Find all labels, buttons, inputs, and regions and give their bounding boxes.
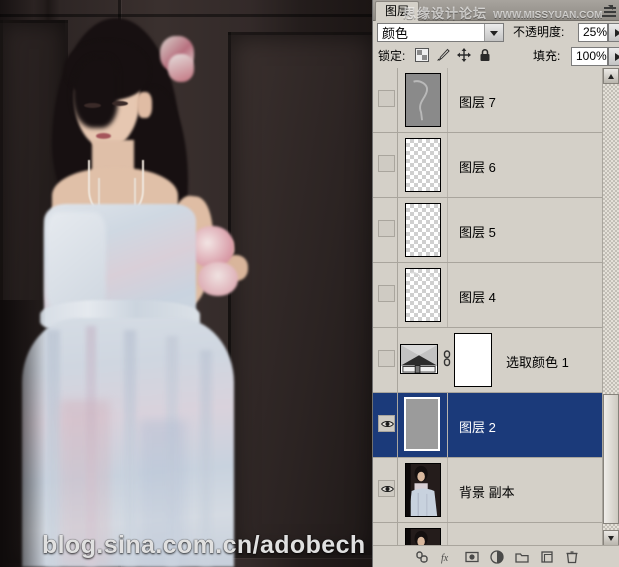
eye-icon: [381, 485, 394, 493]
fill-spinner-chevron-right-icon[interactable]: [608, 47, 619, 66]
scrollbar-thumb[interactable]: [603, 394, 619, 524]
layer-thumbnail[interactable]: [405, 463, 441, 517]
new-group-icon[interactable]: [514, 550, 529, 564]
thumbnail-cell[interactable]: [398, 263, 448, 327]
lock-buttons: [415, 48, 492, 62]
watermark-top-en: WWW.MISSYUAN.COM: [493, 10, 603, 21]
photoshop-layers-screenshot: blog.sina.com.cn/adobech 图层 思缘设计论坛 WWW.MI…: [0, 0, 619, 567]
panel-tabstrip: 图层 思缘设计论坛 WWW.MISSYUAN.COM: [373, 0, 619, 21]
link-mask-icon[interactable]: [443, 350, 451, 367]
visibility-cell[interactable]: [375, 458, 398, 522]
watermark-top-cn: 思缘设计论坛: [403, 6, 488, 21]
fill-label: 填充:: [533, 49, 561, 63]
lock-transparent-pixels-icon[interactable]: [415, 48, 429, 62]
blend-mode-row: 颜色 不透明度: 25%: [373, 21, 619, 45]
layer-name[interactable]: 图层 2: [459, 417, 496, 436]
layer-thumbnail[interactable]: [405, 268, 441, 322]
thumbnail-cell[interactable]: [398, 523, 448, 546]
wall-panel-right: [228, 32, 372, 558]
opacity-value: 25%: [583, 25, 608, 39]
visibility-toggle-on[interactable]: [378, 415, 395, 432]
lock-position-move-icon[interactable]: [457, 48, 471, 62]
scrollbar-track[interactable]: [603, 84, 619, 530]
table-row-selected[interactable]: 图层 2: [373, 393, 619, 458]
opacity-label: 不透明度:: [513, 25, 565, 39]
eye-icon: [381, 420, 394, 428]
fill-input[interactable]: 100%: [571, 47, 619, 66]
new-layer-icon[interactable]: [540, 550, 554, 564]
visibility-cell[interactable]: [375, 68, 398, 132]
lock-all-padlock-icon[interactable]: [478, 48, 492, 62]
blend-mode-value: 颜色: [382, 26, 409, 41]
layer-thumbnail[interactable]: [405, 203, 441, 257]
layer-thumbnail[interactable]: [404, 397, 440, 451]
visibility-cell[interactable]: [375, 328, 398, 392]
table-row[interactable]: 图层 7: [373, 68, 619, 133]
layer-mask-thumbnail[interactable]: [454, 333, 492, 387]
scroll-up-icon[interactable]: [603, 68, 619, 84]
layer-list-scrollbar[interactable]: [602, 68, 619, 546]
layer-thumbnail[interactable]: [405, 528, 441, 546]
layer-name[interactable]: 图层 5: [459, 222, 496, 241]
blend-mode-select[interactable]: 颜色: [377, 23, 504, 42]
thumbnail-cell[interactable]: [398, 393, 448, 457]
scroll-down-icon[interactable]: [603, 530, 619, 546]
layer-name[interactable]: 图层 6: [459, 157, 496, 176]
lock-image-pixels-brush-icon[interactable]: [436, 48, 450, 62]
layers-panel-button-bar: fx: [373, 545, 619, 567]
visibility-cell[interactable]: [375, 523, 398, 546]
visibility-toggle-off[interactable]: [378, 220, 395, 237]
opacity-spinner-chevron-right-icon[interactable]: [608, 23, 619, 42]
visibility-toggle-on[interactable]: [378, 480, 395, 497]
panel-menu-icon[interactable]: [602, 3, 616, 17]
thumbnail-cell[interactable]: [398, 458, 448, 522]
layer-name[interactable]: 背景 副本: [459, 482, 515, 501]
visibility-cell[interactable]: [375, 133, 398, 197]
table-row[interactable]: 选取颜色 1: [373, 328, 619, 393]
visibility-cell[interactable]: [375, 263, 398, 327]
layer-thumbnail[interactable]: [405, 73, 441, 127]
table-row[interactable]: 图层 4: [373, 263, 619, 328]
chevron-down-icon[interactable]: [484, 24, 503, 41]
fill-value: 100%: [576, 49, 607, 63]
table-row[interactable]: 图层 5: [373, 198, 619, 263]
layer-name[interactable]: 选取颜色 1: [506, 352, 569, 371]
svg-text:fx: fx: [441, 553, 449, 564]
layers-panel: 图层 思缘设计论坛 WWW.MISSYUAN.COM 颜色 不透明度: 25% 锁: [372, 0, 619, 567]
wall-rail: [0, 14, 372, 17]
opacity-input[interactable]: 25%: [578, 23, 619, 42]
new-adjustment-layer-icon[interactable]: [489, 549, 504, 564]
lock-row: 锁定: 填充: 100%: [373, 45, 619, 70]
visibility-toggle-off[interactable]: [378, 90, 395, 107]
link-layers-icon[interactable]: [415, 550, 429, 564]
table-row[interactable]: 背景 副本: [373, 458, 619, 523]
table-row[interactable]: 图层 6: [373, 133, 619, 198]
visibility-toggle-off[interactable]: [378, 285, 395, 302]
thumbnail-cell[interactable]: [398, 198, 448, 262]
layer-thumbnail[interactable]: [405, 138, 441, 192]
thumbnail-cell[interactable]: [398, 68, 448, 132]
selective-color-icon[interactable]: [400, 344, 438, 374]
image-canvas: [0, 0, 372, 567]
visibility-toggle-off[interactable]: [378, 350, 395, 367]
delete-layer-trash-icon[interactable]: [565, 550, 579, 564]
visibility-cell[interactable]: [375, 198, 398, 262]
visibility-toggle-off[interactable]: [378, 155, 395, 172]
layer-style-fx-icon[interactable]: fx: [440, 550, 454, 564]
add-layer-mask-icon[interactable]: [464, 550, 479, 564]
panel-menu-triangle-icon: [608, 5, 613, 10]
table-row[interactable]: 背景: [373, 523, 619, 546]
watermark-top: 思缘设计论坛 WWW.MISSYUAN.COM: [403, 3, 618, 22]
visibility-cell[interactable]: [375, 393, 398, 457]
layer-name[interactable]: 图层 4: [459, 287, 496, 306]
layer-name[interactable]: 图层 7: [459, 92, 496, 111]
lock-label: 锁定:: [378, 49, 406, 63]
thumbnail-cell[interactable]: [398, 133, 448, 197]
layer-list[interactable]: 图层 7 图层 6 图层 5 图层 4 选取颜色 1 图层 2 背景 副本: [373, 68, 619, 546]
